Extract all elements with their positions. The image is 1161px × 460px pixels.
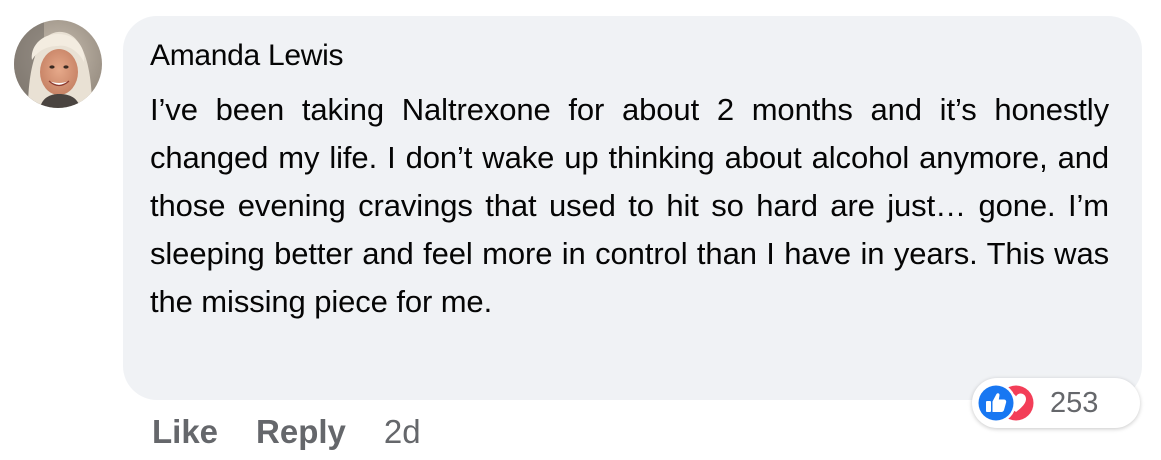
reaction-count: 253 (1050, 387, 1099, 419)
comment-timestamp[interactable]: 2d (384, 413, 421, 451)
like-icon (976, 383, 1016, 423)
comment-thread: Amanda Lewis I’ve been taking Naltrexone… (0, 0, 1161, 460)
reply-button[interactable]: Reply (256, 413, 346, 451)
profile-photo-icon (14, 20, 102, 108)
comment-author[interactable]: Amanda Lewis (150, 38, 1109, 74)
comment-actions: Like Reply 2d (152, 412, 421, 452)
comment-text: I’ve been taking Naltrexone for about 2 … (150, 92, 1109, 319)
comment-bubble: Amanda Lewis I’ve been taking Naltrexone… (123, 16, 1142, 400)
like-button[interactable]: Like (152, 413, 218, 451)
reactions-summary[interactable]: 253 (972, 378, 1140, 428)
avatar[interactable] (14, 20, 102, 108)
